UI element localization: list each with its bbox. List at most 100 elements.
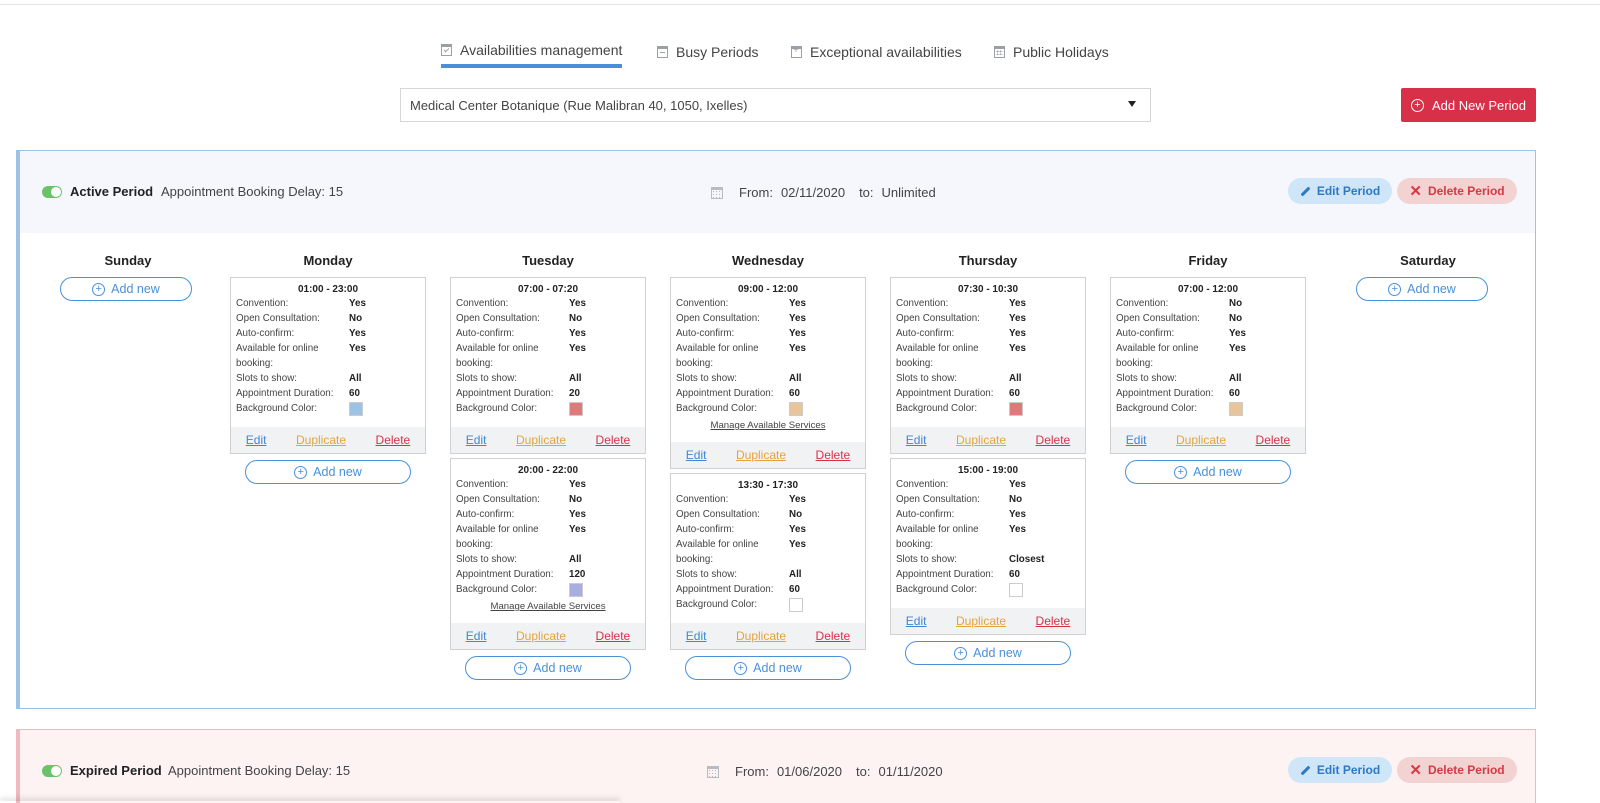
period-status: Active Period	[70, 184, 154, 199]
pencil-icon	[1300, 765, 1311, 775]
edit-period-button[interactable]: Edit Period	[1288, 757, 1392, 783]
online-booking-row-cont: booking:	[676, 552, 860, 567]
row-label: Available for online	[896, 524, 979, 535]
add-new-slot-button-wednesday[interactable]: + Add new	[685, 656, 851, 680]
row-value: 20	[569, 388, 580, 399]
from-label: From:	[739, 185, 773, 200]
period-toggle[interactable]	[42, 186, 62, 198]
delete-slot-link[interactable]: Delete	[596, 629, 631, 643]
edit-slot-link[interactable]: Edit	[246, 433, 267, 447]
row-label: Appointment Duration:	[676, 388, 774, 399]
row-value: No	[569, 494, 583, 505]
row-label: Auto-confirm:	[896, 328, 955, 339]
slots-row: Slots to show: All	[676, 371, 860, 386]
duplicate-slot-link[interactable]: Duplicate	[296, 433, 346, 447]
edit-period-button[interactable]: Edit Period	[1288, 178, 1392, 204]
period-toggle[interactable]	[42, 765, 62, 777]
edit-slot-link[interactable]: Edit	[906, 614, 927, 628]
delete-slot-link[interactable]: Delete	[1036, 614, 1071, 628]
time-slot-card: 20:00 - 22:00 Convention: Yes Open Consulta…	[450, 458, 646, 650]
delete-slot-link[interactable]: Delete	[376, 433, 411, 447]
add-new-label: Add new	[973, 646, 1022, 660]
location-select[interactable]: Medical Center Botanique (Rue Malibran 4…	[400, 88, 1151, 122]
row-label: Appointment Duration:	[1116, 388, 1214, 399]
edit-slot-link[interactable]: Edit	[1126, 433, 1147, 447]
convention-row: Convention: No	[1116, 296, 1300, 311]
duplicate-slot-link[interactable]: Duplicate	[516, 629, 566, 643]
row-value: 60	[789, 388, 800, 399]
duplicate-slot-link[interactable]: Duplicate	[956, 433, 1006, 447]
delete-period-label: Delete Period	[1427, 763, 1505, 777]
open-consultation-row: Open Consultation: No	[236, 311, 420, 326]
row-label: Convention:	[896, 479, 949, 490]
manage-services-link[interactable]: Manage Available Services	[451, 601, 645, 612]
row-label: Appointment Duration:	[456, 569, 554, 580]
row-value: 60	[1229, 388, 1240, 399]
row-value: No	[349, 313, 363, 324]
delete-slot-link[interactable]: Delete	[1256, 433, 1291, 447]
manage-services-link[interactable]: Manage Available Services	[671, 420, 865, 431]
tab-availabilities-management[interactable]: Availabilities management	[441, 36, 623, 68]
add-new-slot-button-friday[interactable]: + Add new	[1125, 460, 1291, 484]
slot-actions: Edit Duplicate Delete	[891, 427, 1085, 453]
edit-slot-link[interactable]: Edit	[686, 629, 707, 643]
online-booking-row: Available for online Yes	[896, 341, 1080, 356]
plus-circle-icon: +	[734, 661, 748, 675]
background-color-row: Background Color:	[676, 401, 860, 416]
slot-time: 07:30 - 10:30	[957, 284, 1019, 295]
delete-slot-link[interactable]: Delete	[816, 448, 851, 462]
duplicate-slot-link[interactable]: Duplicate	[516, 433, 566, 447]
add-new-slot-button-saturday[interactable]: + Add new	[1356, 277, 1488, 301]
row-label: Slots to show:	[236, 373, 297, 384]
row-label: Auto-confirm:	[456, 509, 515, 520]
row-label: Available for online	[676, 343, 759, 354]
to-date: 01/11/2020	[878, 764, 943, 779]
edit-slot-link[interactable]: Edit	[466, 629, 487, 643]
row-label: Open Consultation:	[236, 313, 320, 324]
calendar-check-icon	[441, 44, 452, 56]
row-label: Convention:	[456, 298, 509, 309]
auto-confirm-row: Auto-confirm: Yes	[896, 507, 1080, 522]
row-label: Slots to show:	[456, 554, 517, 565]
delete-period-button[interactable]: ✕ Delete Period	[1397, 757, 1517, 783]
duplicate-slot-link[interactable]: Duplicate	[736, 629, 786, 643]
delete-period-button[interactable]: ✕ Delete Period	[1397, 178, 1517, 204]
edit-slot-link[interactable]: Edit	[686, 448, 707, 462]
row-value: No	[569, 313, 583, 324]
row-value: Yes	[349, 328, 366, 339]
calendar-icon	[711, 186, 723, 199]
row-value: Yes	[569, 328, 586, 339]
tab-busy-periods[interactable]: Busy Periods	[657, 36, 758, 68]
duration-row: Appointment Duration: 60	[236, 386, 420, 401]
add-new-slot-button-tuesday[interactable]: + Add new	[465, 656, 631, 680]
row-value: Yes	[789, 524, 806, 535]
slots-row: Slots to show: Closest	[896, 552, 1080, 567]
row-value: Yes	[789, 328, 806, 339]
tab-public-holidays[interactable]: Public Holidays	[994, 36, 1109, 68]
delete-slot-link[interactable]: Delete	[816, 629, 851, 643]
add-new-slot-button-sunday[interactable]: + Add new	[60, 277, 192, 301]
add-new-slot-button-monday[interactable]: + Add new	[245, 460, 411, 484]
duplicate-slot-link[interactable]: Duplicate	[1176, 433, 1226, 447]
edit-slot-link[interactable]: Edit	[906, 433, 927, 447]
edit-slot-link[interactable]: Edit	[466, 433, 487, 447]
online-booking-row: Available for online Yes	[456, 522, 640, 537]
tab-exceptional-availabilities[interactable]: Exceptional availabilities	[791, 36, 962, 68]
plus-circle-icon: +	[514, 661, 528, 675]
duplicate-slot-link[interactable]: Duplicate	[736, 448, 786, 462]
row-value: No	[1009, 494, 1023, 505]
add-new-label: Add new	[1193, 465, 1242, 479]
day-title-wednesday: Wednesday	[731, 253, 804, 268]
row-label: Background Color:	[896, 584, 978, 595]
slots-row: Slots to show: All	[456, 552, 640, 567]
delete-slot-link[interactable]: Delete	[1036, 433, 1071, 447]
add-new-slot-button-thursday[interactable]: + Add new	[905, 641, 1071, 665]
duplicate-slot-link[interactable]: Duplicate	[956, 614, 1006, 628]
add-new-period-button[interactable]: + Add New Period	[1401, 88, 1536, 122]
open-consultation-row: Open Consultation: No	[456, 492, 640, 507]
slot-actions: Edit Duplicate Delete	[671, 623, 865, 649]
to-date: Unlimited	[881, 185, 936, 200]
online-booking-row: Available for online Yes	[456, 341, 640, 356]
color-swatch	[789, 402, 803, 416]
delete-slot-link[interactable]: Delete	[596, 433, 631, 447]
